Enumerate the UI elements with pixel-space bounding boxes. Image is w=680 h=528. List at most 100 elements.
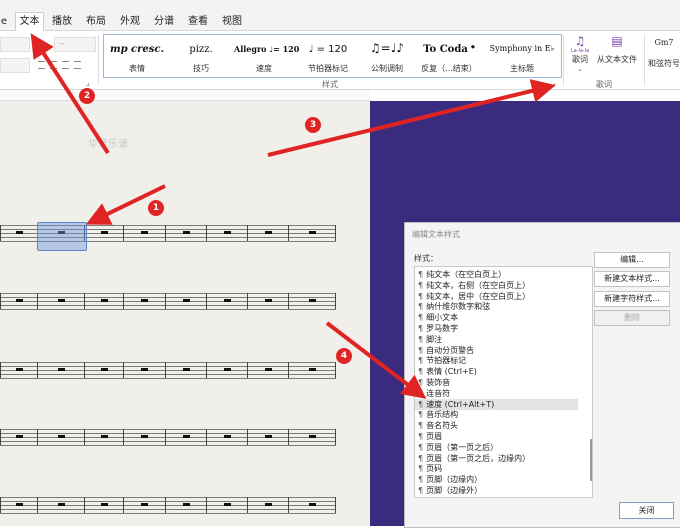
whole-rest-icon[interactable] — [224, 231, 231, 234]
tab-appearance[interactable]: 外观 — [118, 13, 142, 30]
align-right-icon[interactable] — [62, 61, 69, 69]
new-char-style-button[interactable]: 新建字符样式... — [594, 291, 670, 307]
whole-rest-icon[interactable] — [265, 231, 272, 234]
style-list-item[interactable]: ¶页脚（边缘内） — [415, 474, 578, 485]
style-list-item[interactable]: ¶表情 (Ctrl+E) — [415, 366, 578, 377]
whole-rest-icon[interactable] — [265, 503, 272, 506]
style-list-item[interactable]: ¶连音符 — [415, 388, 578, 399]
indent-icon[interactable] — [74, 61, 81, 69]
style-list-item[interactable]: ¶罗马数字 — [415, 323, 578, 334]
tab-layout[interactable]: 布局 — [84, 13, 108, 30]
from-text-file-button[interactable]: ▤ 从文本文件 — [596, 34, 638, 65]
staff-system[interactable] — [0, 362, 336, 378]
whole-rest-icon[interactable] — [101, 299, 108, 302]
whole-rest-icon[interactable] — [183, 299, 190, 302]
style-list-item[interactable]: ¶纯文本，右侧（在空白页上） — [415, 280, 578, 291]
whole-rest-icon[interactable] — [183, 231, 190, 234]
whole-rest-icon[interactable] — [224, 435, 231, 438]
style-list-item[interactable]: ¶页眉（第一页之后，边缘内） — [415, 453, 578, 464]
tab-playback[interactable]: 播放 — [50, 13, 74, 30]
new-text-style-button[interactable]: 新建文本样式... — [594, 271, 670, 287]
whole-rest-icon[interactable] — [265, 368, 272, 371]
style-list-item[interactable]: ¶纳什维尔数字和弦 — [415, 301, 578, 312]
staff-system[interactable] — [0, 293, 336, 309]
whole-rest-icon[interactable] — [309, 231, 316, 234]
whole-rest-icon[interactable] — [309, 368, 316, 371]
whole-rest-icon[interactable] — [101, 435, 108, 438]
whole-rest-icon[interactable] — [58, 299, 65, 302]
style-list-item[interactable]: ¶页眉 — [415, 431, 578, 442]
gallery-item-metronome[interactable]: ♩ = 120 节拍器标记 — [300, 35, 356, 77]
whole-rest-icon[interactable] — [58, 368, 65, 371]
tab-previous[interactable]: e — [0, 13, 8, 30]
styles-launcher-icon[interactable]: ⌟ — [552, 78, 556, 87]
tab-text[interactable]: 文本 — [15, 12, 44, 32]
style-list-item[interactable]: ¶细小文本 — [415, 312, 578, 323]
tab-review[interactable]: 查看 — [186, 13, 210, 30]
style-list-item[interactable]: ¶速度 (Ctrl+Alt+T) — [415, 399, 578, 410]
whole-rest-icon[interactable] — [141, 231, 148, 234]
whole-rest-icon[interactable] — [141, 299, 148, 302]
tab-view[interactable]: 视图 — [220, 13, 244, 30]
whole-rest-icon[interactable] — [309, 503, 316, 506]
whole-rest-icon[interactable] — [141, 368, 148, 371]
edit-button[interactable]: 编辑... — [594, 252, 670, 268]
style-list-item[interactable]: ¶纯文本（在空白页上） — [415, 269, 578, 280]
whole-rest-icon[interactable] — [183, 503, 190, 506]
style-list-item[interactable]: ¶页脚（边缘外） — [415, 485, 578, 496]
tab-parts[interactable]: 分谱 — [152, 13, 176, 30]
whole-rest-icon[interactable] — [309, 299, 316, 302]
whole-rest-icon[interactable] — [16, 503, 23, 506]
whole-rest-icon[interactable] — [16, 231, 23, 234]
gallery-item-tempo[interactable]: Allegro ♩= 120 速度 — [234, 35, 294, 77]
lyrics-button[interactable]: ♫ La-la-la 歌词 ⌄ — [566, 34, 594, 73]
whole-rest-icon[interactable] — [309, 435, 316, 438]
whole-rest-icon[interactable] — [101, 503, 108, 506]
whole-rest-icon[interactable] — [101, 368, 108, 371]
whole-rest-icon[interactable] — [101, 231, 108, 234]
style-list-item[interactable]: ¶音乐结构 — [415, 409, 578, 420]
whole-rest-icon[interactable] — [224, 299, 231, 302]
whole-rest-icon[interactable] — [58, 435, 65, 438]
style-list-item[interactable]: ¶纯文本，居中（在空白页上） — [415, 291, 578, 302]
align-left-icon[interactable] — [38, 61, 45, 69]
style-list-item[interactable]: ¶脚注 — [415, 334, 578, 345]
font-size-box[interactable] — [0, 37, 30, 52]
close-button[interactable]: 关闭 — [619, 502, 674, 519]
whole-rest-icon[interactable] — [265, 435, 272, 438]
staff-system[interactable] — [0, 497, 336, 513]
staff-system[interactable] — [0, 429, 336, 445]
style-list-item[interactable]: ¶音名符头 — [415, 420, 578, 431]
whole-rest-icon[interactable] — [183, 435, 190, 438]
gallery-item-repeat[interactable]: To Coda 𝄌 反复（...结束） — [418, 35, 480, 77]
whole-rest-icon[interactable] — [141, 503, 148, 506]
whole-rest-icon[interactable] — [58, 503, 65, 506]
gallery-item-expression[interactable]: mp cresc. 表情 — [110, 35, 164, 77]
gallery-item-technique[interactable]: pizz. 技巧 — [174, 35, 228, 77]
whole-rest-icon[interactable] — [183, 368, 190, 371]
whole-rest-icon[interactable] — [224, 503, 231, 506]
whole-rest-icon[interactable] — [16, 435, 23, 438]
font-dropdown[interactable] — [0, 58, 30, 73]
whole-rest-icon[interactable] — [16, 299, 23, 302]
selected-measure[interactable] — [37, 222, 87, 251]
align-center-icon[interactable] — [50, 61, 57, 69]
styles-list[interactable]: ¶纯文本（在空白页上）¶纯文本，右侧（在空白页上）¶纯文本，居中（在空白页上）¶… — [414, 266, 593, 498]
scrollbar-thumb[interactable] — [590, 439, 593, 481]
whole-rest-icon[interactable] — [16, 368, 23, 371]
style-list-item[interactable]: ¶自动分页警告 — [415, 345, 578, 356]
whole-rest-icon[interactable] — [224, 368, 231, 371]
chord-symbol-button[interactable]: Gm7 和弦符号 — [648, 34, 680, 69]
style-value-box[interactable]: -- — [54, 37, 96, 52]
score-page[interactable]: 华景乐谱 — [0, 101, 370, 526]
gallery-item-title[interactable]: Symphony in E♭ 主标题 — [486, 35, 558, 77]
format-launcher-icon[interactable]: ⌟ — [86, 78, 90, 87]
style-list-item[interactable]: ¶装饰音 — [415, 377, 578, 388]
gallery-item-metric-modulation[interactable]: ♫=♩♪ 公制调制 — [362, 35, 412, 77]
whole-rest-icon[interactable] — [265, 299, 272, 302]
style-list-item[interactable]: ¶页码 — [415, 463, 578, 474]
delete-button[interactable]: 删除 — [594, 310, 670, 326]
whole-rest-icon[interactable] — [141, 435, 148, 438]
style-list-item[interactable]: ¶节拍器标记 — [415, 355, 578, 366]
style-list-item[interactable]: ¶页眉（第一页之后） — [415, 442, 578, 453]
